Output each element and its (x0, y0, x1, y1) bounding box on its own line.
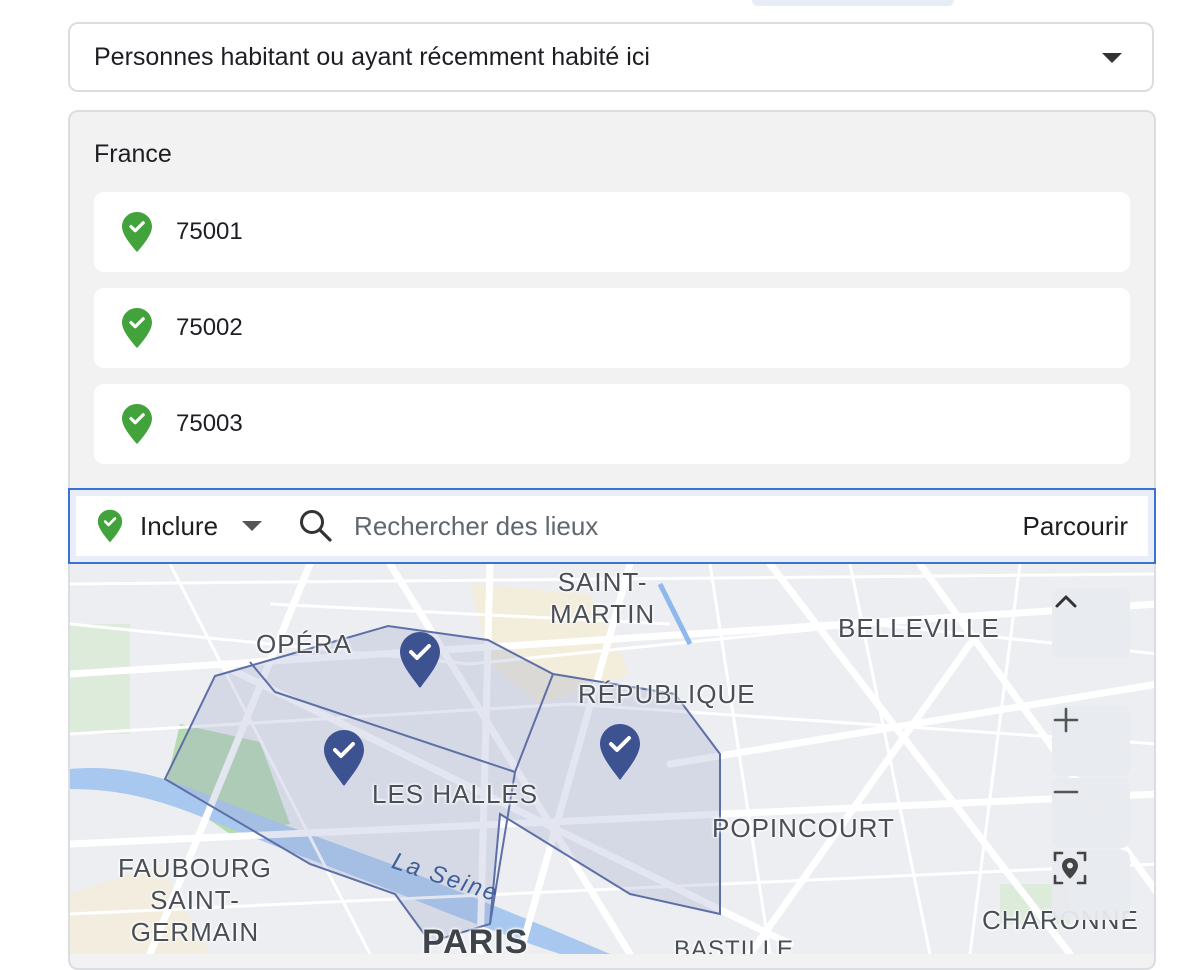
search-input[interactable] (352, 509, 977, 543)
map-label-paris: PARIS (422, 923, 529, 954)
include-pin-icon[interactable] (96, 509, 124, 543)
map-label-bastille: BASTILLE (674, 936, 795, 954)
minus-icon (1053, 790, 1079, 794)
check-pin-icon (122, 404, 152, 444)
map-label-republique: RÉPUBLIQUE (578, 679, 756, 709)
map-pin-75003[interactable] (598, 722, 642, 782)
check-pin-icon (122, 212, 152, 252)
country-heading: France (94, 140, 172, 168)
map-label-faubourg-saint-germain: FAUBOURG SAINT- GERMAIN (118, 853, 272, 947)
location-item-75002[interactable]: 75002 (94, 288, 1130, 368)
chevron-down-icon[interactable] (242, 521, 263, 531)
location-item-75003[interactable]: 75003 (94, 384, 1130, 464)
browse-button[interactable]: Parcourir (1023, 511, 1128, 542)
location-type-dropdown[interactable]: Personnes habitant ou ayant récemment ha… (68, 22, 1154, 92)
include-mode-select[interactable]: Inclure (140, 511, 218, 542)
map-label-belleville: BELLEVILLE (838, 613, 1000, 643)
chevron-up-icon (1055, 595, 1077, 608)
check-pin-icon (122, 308, 152, 348)
locate-pin-icon (1053, 851, 1087, 885)
map-label-popincourt: POPINCOURT (712, 813, 895, 843)
map-pin-75002[interactable] (398, 630, 442, 690)
location-type-label: Personnes habitant ou ayant récemment ha… (94, 42, 650, 71)
location-code: 75001 (176, 218, 243, 245)
location-code: 75002 (176, 314, 243, 341)
map-pin-75001[interactable] (322, 728, 366, 788)
map-label-les-halles: LES HALLES (372, 779, 539, 809)
locate-button[interactable] (1052, 850, 1130, 920)
map-label-saint-martin: SAINT- MARTIN (550, 567, 656, 629)
map-view[interactable]: SAINT- MARTIN OPÉRA BELLEVILLE RÉPUBLIQU… (68, 564, 1156, 954)
top-tab-hint (752, 0, 954, 6)
location-search-bar: Inclure Parcourir (68, 488, 1156, 564)
search-icon (300, 510, 332, 542)
map-label-opera: OPÉRA (256, 629, 353, 659)
location-item-75001[interactable]: 75001 (94, 192, 1130, 272)
plus-icon (1053, 707, 1079, 733)
zoom-in-button[interactable] (1052, 706, 1130, 776)
caret-down-icon (1102, 53, 1122, 63)
location-code: 75003 (176, 410, 243, 437)
zoom-out-button[interactable] (1052, 778, 1130, 848)
map-collapse-button[interactable] (1052, 588, 1130, 658)
